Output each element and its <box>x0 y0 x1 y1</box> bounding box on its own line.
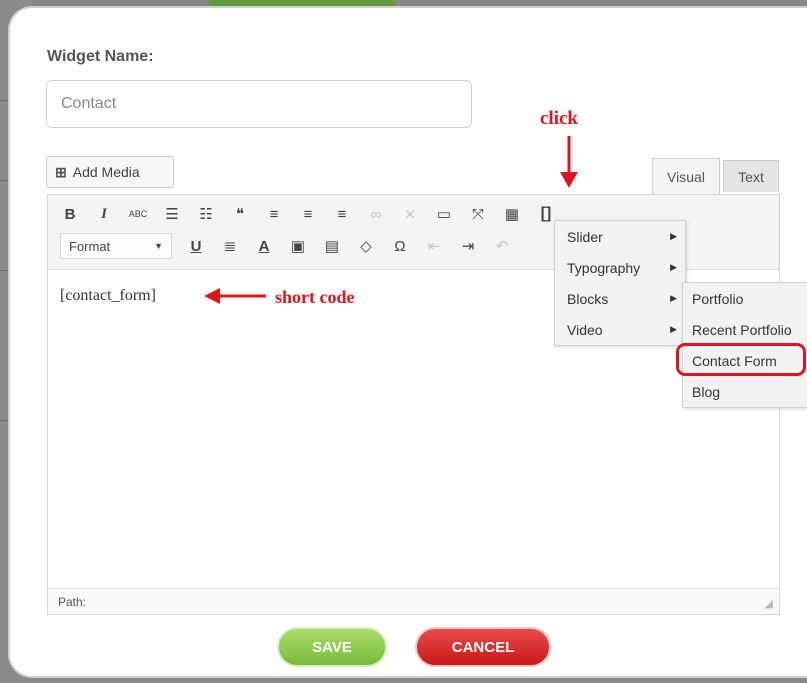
shortcode-icon[interactable]: [] <box>536 203 556 225</box>
chevron-right-icon: ▶ <box>670 324 677 334</box>
italic-icon[interactable]: I <box>94 203 114 225</box>
special-character-icon[interactable]: Ω <box>390 235 410 257</box>
add-media-button[interactable]: ⊞ Add Media <box>46 156 174 188</box>
text-color-icon[interactable]: A <box>254 235 274 257</box>
menu-item-slider[interactable]: Slider ▶ <box>555 221 685 252</box>
tab-visual[interactable]: Visual <box>652 158 720 194</box>
tab-text[interactable]: Text <box>723 160 779 192</box>
menu-item-typography[interactable]: Typography ▶ <box>555 252 685 283</box>
underline-icon[interactable]: U <box>186 235 206 257</box>
save-button[interactable]: SAVE <box>277 627 387 667</box>
menu-item-label: Slider <box>567 228 603 245</box>
chevron-down-icon: ▼ <box>154 241 163 251</box>
background-line <box>0 180 10 181</box>
bold-icon[interactable]: B <box>60 203 80 225</box>
unlink-icon[interactable]: ⨯ <box>400 203 420 225</box>
chevron-right-icon: ▶ <box>670 293 677 303</box>
path-bar: Path: <box>48 588 779 614</box>
fullscreen-icon[interactable]: ⤧ <box>468 203 488 225</box>
indent-icon[interactable]: ⇥ <box>458 235 478 257</box>
bullet-list-icon[interactable]: ☰ <box>162 203 182 225</box>
widget-name-input[interactable] <box>46 80 472 128</box>
menu-item-video[interactable]: Video ▶ <box>555 314 685 345</box>
background-line <box>0 420 10 421</box>
toolbar-toggle-icon[interactable]: ▦ <box>502 203 522 225</box>
numbered-list-icon[interactable]: ☷ <box>196 203 216 225</box>
justify-icon[interactable]: ≣ <box>220 235 240 257</box>
click-arrow-icon <box>560 136 578 188</box>
short-code-arrow-icon <box>204 288 266 304</box>
add-media-icon: ⊞ <box>55 163 67 180</box>
cancel-button[interactable]: CANCEL <box>415 627 551 667</box>
submenu-item-recent-portfolio[interactable]: Recent Portfolio <box>683 314 807 345</box>
toolbar-row-1: B I ABC ☰ ☷ ❝ ≡ ≡ ≡ ∞ ⨯ ▭ ⤧ ▦ [] <box>60 203 556 225</box>
shortcode-menu: Slider ▶ Typography ▶ Blocks ▶ Video ▶ <box>554 220 686 346</box>
background-line <box>0 100 10 101</box>
menu-item-label: Blocks <box>567 290 609 307</box>
format-select[interactable]: Format ▼ <box>60 233 172 259</box>
paste-text-icon[interactable]: ▣ <box>288 235 308 257</box>
read-more-icon[interactable]: ▭ <box>434 203 454 225</box>
menu-item-blocks[interactable]: Blocks ▶ <box>555 283 685 314</box>
add-media-label: Add Media <box>72 164 140 180</box>
path-label: Path: <box>58 594 87 609</box>
toolbar-row-2: Format ▼ U ≣ A ▣ ▤ ◇ Ω ⇤ ⇥ ↶ <box>60 233 512 259</box>
menu-item-label: Typography <box>567 259 641 276</box>
widget-name-label: Widget Name: <box>47 48 154 65</box>
link-icon[interactable]: ∞ <box>366 203 386 225</box>
blockquote-icon[interactable]: ❝ <box>230 203 250 225</box>
background-line <box>0 270 10 271</box>
clear-formatting-icon[interactable]: ◇ <box>356 235 376 257</box>
align-right-icon[interactable]: ≡ <box>332 203 352 225</box>
align-center-icon[interactable]: ≡ <box>298 203 318 225</box>
chevron-right-icon: ▶ <box>670 231 677 241</box>
align-left-icon[interactable]: ≡ <box>264 203 284 225</box>
submenu-item-portfolio[interactable]: Portfolio <box>683 283 807 314</box>
undo-icon[interactable]: ↶ <box>492 235 512 257</box>
paste-word-icon[interactable]: ▤ <box>322 235 342 257</box>
click-annotation: click <box>540 108 578 129</box>
chevron-right-icon: ▶ <box>670 262 677 272</box>
format-select-label: Format <box>69 238 111 254</box>
short-code-annotation: short code <box>275 287 355 307</box>
toolbar-row-2-buttons: U ≣ A ▣ ▤ ◇ Ω ⇤ ⇥ ↶ <box>186 235 512 257</box>
contact-form-highlight <box>676 343 806 376</box>
strikethrough-icon[interactable]: ABC <box>128 203 148 225</box>
editor-content[interactable]: [contact_form] <box>60 287 156 305</box>
submenu-item-blog[interactable]: Blog <box>683 376 807 407</box>
outdent-icon[interactable]: ⇤ <box>424 235 444 257</box>
menu-item-label: Video <box>567 321 603 338</box>
resize-handle-icon[interactable]: ◢ <box>765 597 773 610</box>
